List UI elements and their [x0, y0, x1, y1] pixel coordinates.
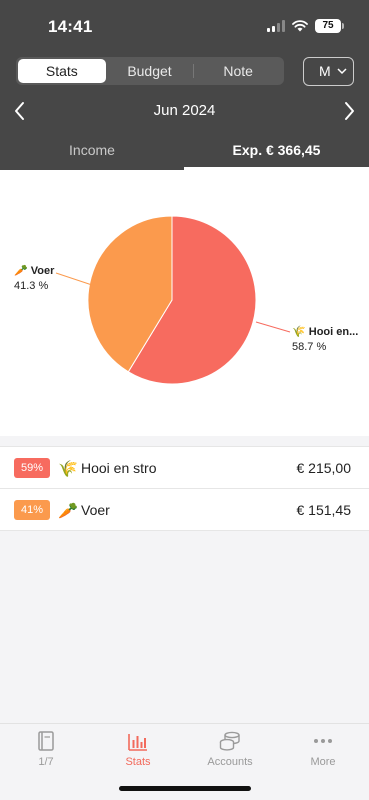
month-navigator: Jun 2024 — [0, 96, 369, 126]
pie-label-percent: 41.3 % — [14, 280, 49, 292]
pie-chart — [55, 215, 291, 385]
next-month-arrow-icon[interactable] — [338, 100, 360, 122]
category-amount: € 151,45 — [296, 502, 352, 518]
pie-label-hooi: 🌾 Hooi en... 58.7 % — [292, 325, 358, 355]
segment-budget[interactable]: Budget — [106, 59, 194, 83]
percent-badge: 59% — [14, 458, 50, 478]
period-select[interactable]: M — [303, 57, 354, 86]
carrot-icon: 🥕 — [58, 503, 78, 520]
pie-label-voer: 🥕 Voer 41.3 % — [14, 264, 54, 294]
segment-note[interactable]: Note — [194, 59, 282, 83]
leader-line-voer — [55, 272, 96, 287]
coins-icon — [219, 731, 240, 751]
more-dots-icon — [314, 739, 332, 743]
segment-stats[interactable]: Stats — [18, 59, 106, 83]
nav-more[interactable]: More — [277, 730, 369, 768]
wifi-icon — [292, 20, 308, 32]
home-indicator — [119, 786, 251, 791]
period-select-value: M — [319, 63, 331, 79]
pie-label-percent: 58.7 % — [292, 341, 327, 353]
nav-transactions[interactable]: 1/7 — [0, 730, 92, 768]
pie-label-name: Voer — [30, 265, 55, 277]
battery-icon: 75 — [315, 19, 344, 33]
carrot-icon: 🥕 — [14, 265, 28, 277]
tab-income[interactable]: Income — [0, 132, 184, 170]
nav-label: Accounts — [207, 756, 253, 768]
leader-line-hooi — [255, 321, 291, 333]
category-name: Hooi en stro — [81, 460, 157, 476]
view-segmented-control: Stats Budget Note — [16, 57, 284, 85]
tab-expense[interactable]: Exp. € 366,45 — [184, 132, 369, 170]
status-time: 14:41 — [48, 17, 93, 36]
hay-icon: 🌾 — [58, 461, 78, 478]
category-name: Voer — [81, 502, 110, 518]
book-icon — [38, 731, 54, 751]
status-bar: 14:41 75 — [0, 0, 369, 52]
category-list: 59% 🌾 Hooi en stro € 215,00 41% 🥕 Voer €… — [0, 446, 369, 531]
percent-badge: 41% — [14, 500, 50, 520]
nav-label: 1/7 — [38, 756, 54, 768]
bar-chart-icon — [128, 734, 147, 751]
nav-label: Stats — [125, 756, 151, 768]
category-amount: € 215,00 — [296, 460, 352, 476]
pie-chart-panel: 🥕 Voer 41.3 % 🌾 Hooi en... 58.7 % — [0, 170, 369, 436]
nav-label: More — [310, 756, 336, 768]
list-item[interactable]: 59% 🌾 Hooi en stro € 215,00 — [0, 447, 369, 489]
status-icons: 75 — [267, 19, 344, 33]
hay-icon: 🌾 — [292, 326, 306, 338]
income-expense-tabs: Income Exp. € 366,45 — [0, 132, 369, 170]
chevron-down-icon — [337, 58, 347, 96]
month-label: Jun 2024 — [153, 102, 216, 119]
list-item[interactable]: 41% 🥕 Voer € 151,45 — [0, 489, 369, 531]
header: 14:41 75 Stats Budget Note M Jun 2024 In… — [0, 0, 369, 170]
cellular-signal-icon — [267, 20, 285, 32]
pie-label-name: Hooi en... — [308, 326, 359, 338]
nav-accounts[interactable]: Accounts — [184, 730, 276, 768]
nav-stats[interactable]: Stats — [92, 730, 184, 768]
